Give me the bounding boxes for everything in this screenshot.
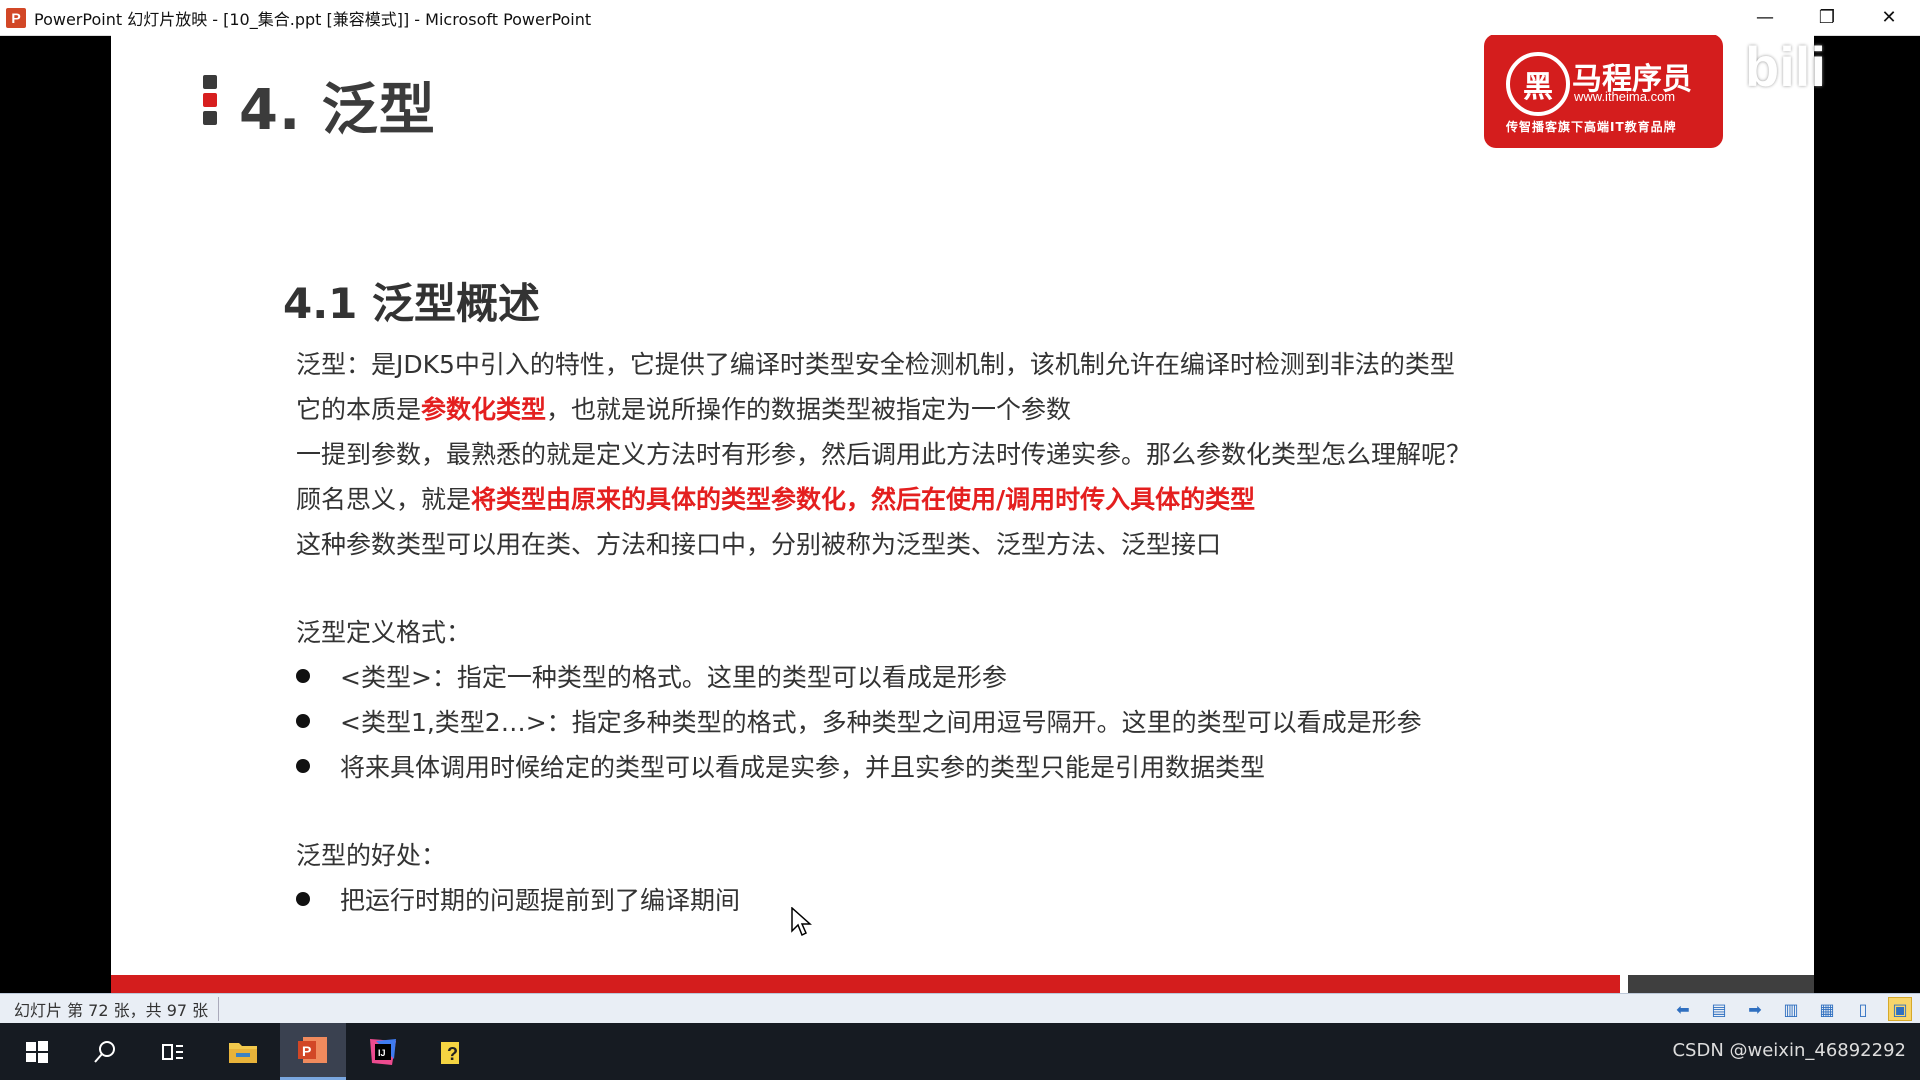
mouse-cursor-icon xyxy=(791,907,812,937)
slide-menu-icon[interactable]: ▤ xyxy=(1708,998,1730,1020)
highlight-meaning: 将类型由原来的具体的类型参数化，然后在使用/调用时传入具体的类型 xyxy=(471,485,1256,514)
title-marker-icon xyxy=(203,75,217,133)
powerpoint-taskbar-icon[interactable]: P xyxy=(280,1023,346,1080)
minimize-button[interactable]: — xyxy=(1734,0,1796,35)
slide-title: 4. 泛型 xyxy=(239,78,436,143)
reading-view-icon[interactable]: ▯ xyxy=(1852,998,1874,1020)
bullet-text: <类型1,类型2…>：指定多种类型的格式，多种类型之间用逗号隔开。这里的类型可以… xyxy=(340,708,1422,737)
slide-sorter-icon[interactable]: ▦ xyxy=(1816,998,1838,1020)
intellij-idea-icon[interactable]: IJ xyxy=(350,1023,416,1080)
highlight-parameterized-type: 参数化类型 xyxy=(421,395,547,424)
bullet-text: 将来具体调用时候给定的类型可以看成是实参，并且实参的类型只能是引用数据类型 xyxy=(340,753,1266,782)
logo-url: www.itheima.com xyxy=(1574,89,1676,104)
bilibili-watermark: bili xyxy=(1745,35,1826,98)
format-bullet: <类型1,类型2…>：指定多种类型的格式，多种类型之间用逗号隔开。这里的类型可以… xyxy=(296,703,1422,739)
paragraph-definition: 泛型：是JDK5中引入的特性，它提供了编译时类型安全检测机制，该机制允许在编译时… xyxy=(296,350,1455,379)
previous-slide-icon[interactable]: ⬅ xyxy=(1672,998,1694,1020)
paragraph-meaning-start: 顾名思义，就是 xyxy=(296,485,472,514)
paragraph-parameters: 一提到参数，最熟悉的就是定义方法时有形参，然后调用此方法时传递实参。那么参数化类… xyxy=(296,440,1472,469)
paragraph-essence-end: ，也就是说所操作的数据类型被指定为一个参数 xyxy=(546,395,1072,424)
slide-count: 幻灯片 第 72 张，共 97 张 xyxy=(14,997,220,1021)
benefit-label: 泛型的好处： xyxy=(296,841,447,870)
file-explorer-icon[interactable] xyxy=(210,1023,276,1080)
itheima-logo: 黑 马程序员 www.itheima.com 传智播客旗下高端IT教育品牌 xyxy=(1484,35,1723,148)
slide-footer-bar-gray xyxy=(1628,975,1814,993)
status-bar: 幻灯片 第 72 张，共 97 张 ⬅ ▤ ➡ ▥ ▦ ▯ ▣ xyxy=(0,993,1920,1024)
window-controls: — ❐ ✕ xyxy=(1734,0,1920,35)
window-title: PowerPoint 幻灯片放映 - [10_集合.ppt [兼容模式]] - … xyxy=(34,9,592,29)
bullet-icon xyxy=(296,714,310,728)
section-heading: 4.1 泛型概述 xyxy=(283,279,541,328)
start-icon[interactable] xyxy=(4,1023,70,1080)
next-slide-icon[interactable]: ➡ xyxy=(1744,998,1766,1020)
status-bar-controls: ⬅ ▤ ➡ ▥ ▦ ▯ ▣ xyxy=(1672,994,1912,1024)
svg-text:IJ: IJ xyxy=(378,1048,386,1058)
benefit-bullet: 把运行时期的问题提前到了编译期间 xyxy=(296,881,740,917)
paragraph-essence: 它的本质是参数化类型，也就是说所操作的数据类型被指定为一个参数 xyxy=(296,390,1071,426)
bullet-icon xyxy=(296,759,310,773)
close-button[interactable]: ✕ xyxy=(1858,0,1920,35)
paragraph-essence-start: 它的本质是 xyxy=(296,395,422,424)
slideshow-view-icon[interactable]: ▣ xyxy=(1888,997,1912,1021)
powerpoint-icon: P xyxy=(6,7,26,28)
format-label: 泛型定义格式： xyxy=(296,618,472,647)
paragraph-meaning: 顾名思义，就是将类型由原来的具体的类型参数化，然后在使用/调用时传入具体的类型 xyxy=(296,480,1255,516)
help-app-icon[interactable]: ? xyxy=(420,1023,486,1080)
slide-canvas[interactable]: 4. 泛型 黑 马程序员 www.itheima.com 传智播客旗下高端IT教… xyxy=(111,35,1814,993)
bullet-text: <类型>：指定一种类型的格式。这里的类型可以看成是形参 xyxy=(340,663,1007,692)
logo-slogan: 传智播客旗下高端IT教育品牌 xyxy=(1506,120,1677,134)
slide-footer-bar xyxy=(111,975,1620,993)
paragraph-usage: 这种参数类型可以用在类、方法和接口中，分别被称为泛型类、泛型方法、泛型接口 xyxy=(296,530,1222,559)
normal-view-icon[interactable]: ▥ xyxy=(1780,998,1802,1020)
format-bullet: <类型>：指定一种类型的格式。这里的类型可以看成是形参 xyxy=(296,658,1007,694)
bullet-icon xyxy=(296,669,310,683)
csdn-watermark: CSDN @weixin_46892292 xyxy=(1672,1040,1906,1061)
format-bullet: 将来具体调用时候给定的类型可以看成是实参，并且实参的类型只能是引用数据类型 xyxy=(296,748,1265,784)
restore-button[interactable]: ❐ xyxy=(1796,0,1858,35)
svg-text:?: ? xyxy=(447,1044,458,1064)
logo-symbol: 黑 xyxy=(1506,52,1570,116)
bullet-text: 把运行时期的问题提前到了编译期间 xyxy=(340,886,741,915)
taskbar: P IJ ? CSDN @weixin_46892292 xyxy=(0,1023,1920,1080)
search-icon[interactable] xyxy=(72,1023,138,1080)
task-view-icon[interactable] xyxy=(140,1023,206,1080)
window-title-bar: P PowerPoint 幻灯片放映 - [10_集合.ppt [兼容模式]] … xyxy=(0,0,1920,36)
bullet-icon xyxy=(296,892,310,906)
svg-text:P: P xyxy=(302,1043,311,1059)
